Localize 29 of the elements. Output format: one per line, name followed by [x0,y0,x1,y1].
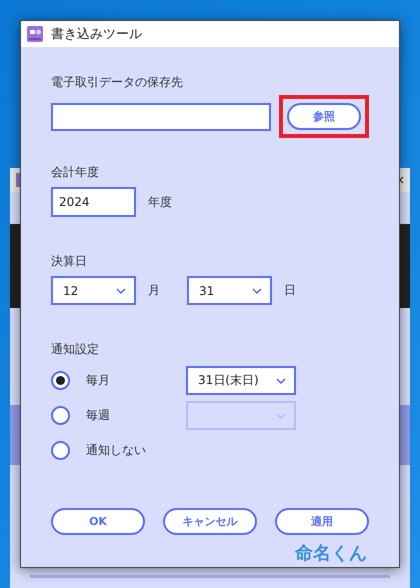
save-location-field[interactable] [51,102,271,130]
year-field[interactable]: 2024 [51,187,136,217]
unit-label: 月 [148,282,161,299]
unit-label: 年度 [148,194,172,210]
field-label: 決算日 [51,253,88,270]
unit-label: 日 [284,282,296,299]
radio-button[interactable] [51,371,70,390]
browse-button[interactable]: 参照 [287,103,361,130]
chevron-down-icon [116,288,126,294]
chevron-down-icon [276,412,286,418]
field-label: 通知設定 [51,341,100,358]
dialog-button[interactable]: OK [51,508,145,535]
chevron-down-icon [252,288,262,294]
radio-button[interactable] [51,406,70,425]
app-icon [27,26,43,42]
radio-button[interactable] [51,441,70,460]
dialog-button[interactable]: 適用 [275,508,369,535]
option-label: 毎週 [86,407,111,424]
window-title: 書き込みツール [51,26,142,43]
chevron-down-icon [276,378,286,384]
month-select[interactable]: 12 [51,276,136,305]
dialog-button[interactable]: キャンセル [163,508,257,535]
day-select[interactable]: 31日(末日) [186,366,296,395]
option-label: 毎月 [86,372,111,389]
logo: 命名くん [295,542,367,565]
field-label: 電子取引データの保存先 [51,74,184,91]
field-label: 会計年度 [51,164,100,181]
day-select[interactable]: 31 [187,276,272,305]
option-label: 通知しない [86,442,147,459]
